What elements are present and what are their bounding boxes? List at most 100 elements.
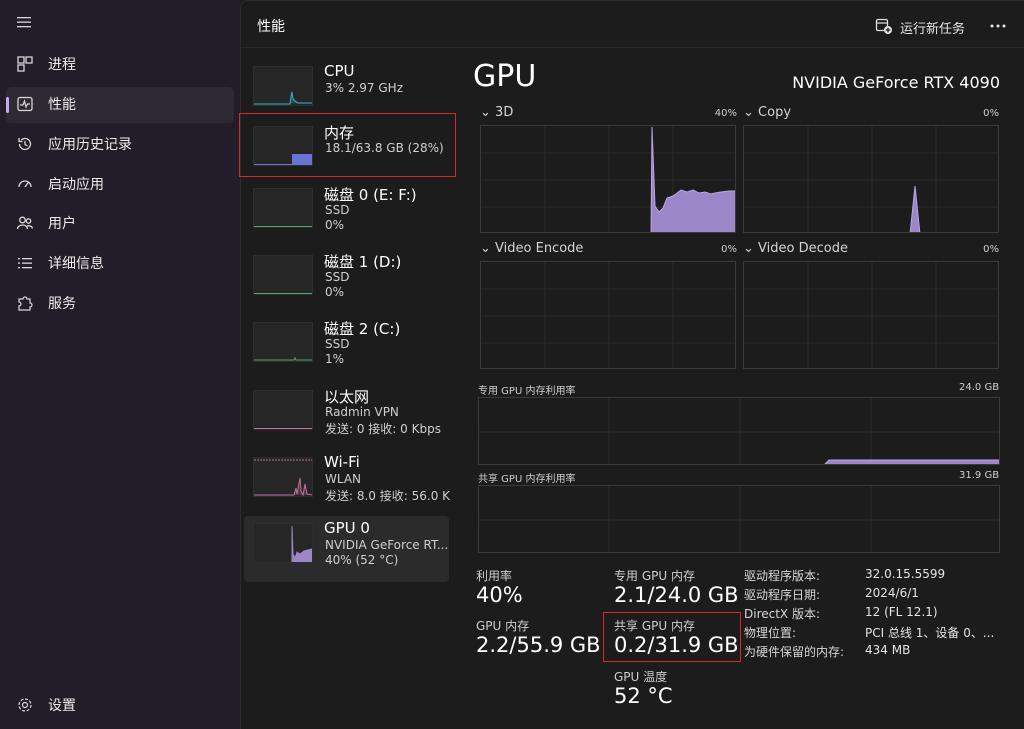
dedicated-memory-max: 24.0 GB (959, 382, 1000, 393)
run-task-icon (875, 17, 893, 35)
gpu-thumbnail-graph (253, 523, 313, 563)
engine-percent: 0% (721, 244, 737, 255)
device-detail-2: 0% (325, 285, 345, 299)
settings-gear-icon (16, 696, 36, 716)
performance-icon (16, 95, 36, 115)
memory-thumbnail-graph (253, 126, 313, 166)
device-detail: 18.1/63.8 GB (28%) (325, 141, 444, 155)
engine-label: Copy (758, 105, 792, 120)
device-name: 磁盘 2 (C:) (324, 320, 401, 338)
device-disk-2[interactable]: 磁盘 2 (C:) SSD 1% (244, 315, 449, 381)
engine-selector-copy[interactable]: ⌄ Copy (743, 105, 791, 120)
info-value: 32.0.15.5599 (865, 567, 946, 581)
device-name: 磁盘 0 (E: F:) (324, 186, 417, 204)
device-disk-0[interactable]: 磁盘 0 (E: F:) SSD 0% (244, 181, 449, 247)
nav-label: 性能 (48, 97, 76, 113)
gpu-memory-value: 2.2/55.9 GB (476, 633, 601, 657)
active-indicator (6, 97, 9, 113)
dedicated-gpu-memory-value: 2.1/24.0 GB (614, 583, 739, 607)
info-key: 驱动程序版本: (744, 569, 821, 583)
more-options-icon[interactable] (989, 17, 1009, 33)
graph-dedicated-memory (478, 397, 1000, 465)
device-ethernet[interactable]: 以太网 Radmin VPN 发送: 0 接收: 0 Kbps (244, 383, 449, 449)
info-value: 12 (FL 12.1) (865, 605, 938, 619)
graph-video-encode (480, 261, 736, 369)
engine-percent: 40% (714, 108, 737, 119)
device-detail: SSD (325, 337, 350, 351)
engine-percent: 0% (983, 108, 999, 119)
device-detail: SSD (325, 203, 350, 217)
graph-video-decode (743, 261, 999, 369)
disk-thumbnail-graph (253, 322, 313, 362)
header-bar: 性能 运行新任务 (241, 1, 1024, 48)
engine-label: 3D (495, 105, 514, 120)
nav-label: 进程 (48, 57, 76, 73)
nav-item-services[interactable]: 服务 (6, 286, 234, 322)
engine-percent: 0% (983, 244, 999, 255)
chevron-down-icon: ⌄ (743, 241, 754, 256)
hamburger-menu-icon[interactable] (16, 14, 36, 34)
device-name: 内存 (324, 124, 355, 142)
nav-label: 服务 (48, 296, 76, 312)
device-name: CPU (324, 62, 355, 80)
nav-item-performance[interactable]: 性能 (6, 87, 234, 123)
users-icon (16, 214, 36, 234)
info-value: 2024/6/1 (865, 586, 919, 600)
disk-thumbnail-graph (253, 188, 313, 228)
engine-selector-3d[interactable]: ⌄ 3D (480, 105, 513, 120)
nav-label: 用户 (48, 216, 76, 232)
chevron-down-icon: ⌄ (480, 241, 491, 256)
device-gpu-0[interactable]: GPU 0 NVIDIA GeForce RT... 40% (52 °C) (244, 516, 449, 582)
history-icon (16, 135, 36, 155)
device-disk-1[interactable]: 磁盘 1 (D:) SSD 0% (244, 248, 449, 314)
device-name: 以太网 (324, 388, 370, 406)
nav-label: 设置 (48, 698, 76, 714)
device-wifi[interactable]: Wi-Fi WLAN 发送: 8.0 接收: 56.0 Kbps (244, 450, 451, 516)
info-key: 驱动程序日期: (744, 588, 821, 602)
engine-selector-video-encode[interactable]: ⌄ Video Encode (480, 241, 583, 256)
device-detail-2: 0% (325, 218, 345, 232)
device-detail-2: 发送: 8.0 接收: 56.0 Kbps (325, 489, 451, 503)
info-value: 434 MB (865, 643, 911, 657)
nav-item-processes[interactable]: 进程 (6, 47, 234, 83)
device-detail: NVIDIA GeForce RT... (325, 538, 449, 552)
engine-selector-video-decode[interactable]: ⌄ Video Decode (743, 241, 848, 256)
device-cpu[interactable]: CPU 3% 2.97 GHz (244, 59, 449, 125)
nav-item-settings[interactable]: 设置 (6, 688, 234, 724)
run-task-label: 运行新任务 (900, 22, 966, 37)
device-memory[interactable]: 内存 18.1/63.8 GB (28%) (244, 119, 449, 185)
nav-item-startup-apps[interactable]: 启动应用 (6, 167, 234, 203)
graph-shared-memory (478, 485, 1000, 553)
device-detail: 3% 2.97 GHz (325, 81, 404, 95)
details-list-icon (16, 254, 36, 274)
info-value: PCI 总线 1、设备 0、... (865, 626, 995, 640)
wifi-thumbnail-graph (253, 457, 313, 497)
cpu-thumbnail-graph (253, 66, 313, 106)
ethernet-thumbnail-graph (253, 390, 313, 430)
device-detail: SSD (325, 270, 350, 284)
shared-gpu-memory-label: 共享 GPU 内存 (614, 619, 695, 633)
gpu-temperature-value: 52 °C (614, 684, 673, 708)
gpu-model-name: NVIDIA GeForce RTX 4090 (792, 73, 1000, 92)
dedicated-gpu-memory-label: 专用 GPU 内存 (614, 569, 695, 583)
startup-icon (16, 175, 36, 195)
info-key: DirectX 版本: (744, 607, 821, 621)
nav-label: 详细信息 (48, 256, 104, 272)
device-name: GPU 0 (324, 519, 370, 537)
gpu-temperature-label: GPU 温度 (614, 670, 668, 684)
nav-label: 启动应用 (48, 177, 104, 193)
engine-label: Video Encode (495, 241, 584, 256)
services-puzzle-icon (16, 294, 36, 314)
nav-item-app-history[interactable]: 应用历史记录 (6, 127, 234, 163)
device-detail: WLAN (325, 472, 362, 486)
main-panel: 性能 运行新任务 CPU 3% 2.97 GHz 内存 18.1/63.8 GB… (240, 0, 1024, 729)
device-name: Wi-Fi (324, 453, 360, 471)
gpu-heading: GPU (473, 59, 537, 94)
device-detail-2: 40% (52 °C) (325, 553, 399, 567)
gpu-memory-label: GPU 内存 (476, 619, 530, 633)
device-name: 磁盘 1 (D:) (324, 253, 402, 271)
utilization-label: 利用率 (476, 569, 513, 583)
nav-item-details[interactable]: 详细信息 (6, 246, 234, 282)
chevron-down-icon: ⌄ (480, 105, 491, 120)
nav-item-users[interactable]: 用户 (6, 206, 234, 242)
